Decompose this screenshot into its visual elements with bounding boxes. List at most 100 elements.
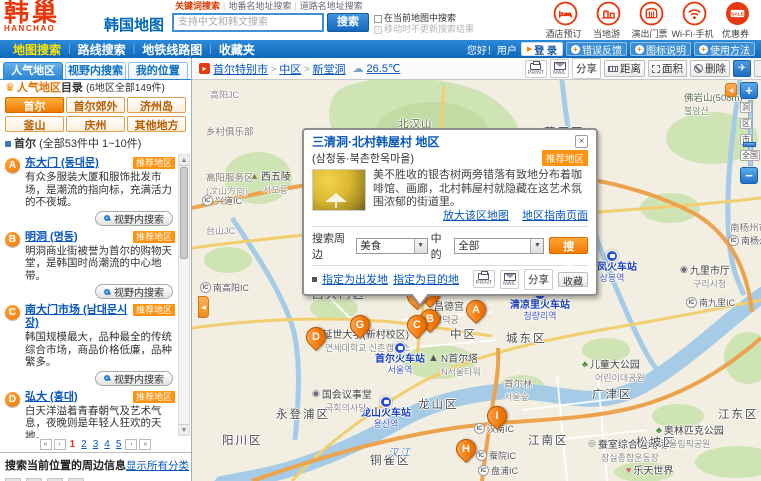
checkbox-icon <box>374 25 383 34</box>
zoom-level-3[interactable]: 全国 <box>740 150 760 161</box>
scroll-up-arrow[interactable]: ▲ <box>179 155 189 166</box>
quick-link-0[interactable]: 酒店预订 <box>544 1 587 40</box>
poi-title-link[interactable]: 东大门 (동대문) <box>25 157 99 169</box>
breadcrumb-1[interactable]: 中区 <box>279 61 301 77</box>
zoom-level-0[interactable]: 洞 <box>740 102 752 113</box>
quick-link-4[interactable]: SALE 优惠券 <box>716 1 759 40</box>
quick-link-1[interactable]: 当地游 <box>587 1 630 40</box>
cutoff-toolbar-button[interactable] <box>754 60 761 77</box>
page-first-button[interactable]: « <box>39 439 52 450</box>
area-guide-link[interactable]: 地区指南页面 <box>522 210 588 222</box>
scroll-thumb[interactable] <box>180 167 188 259</box>
popup-mail-button[interactable]: MAIL <box>500 269 519 289</box>
share-button[interactable]: 分享 <box>572 58 601 79</box>
sidebar-tab-0[interactable]: 人气地区 <box>3 62 64 79</box>
search-tab-1[interactable]: 地番名地址搜索 <box>228 1 291 11</box>
no-refresh-on-move-checkbox[interactable]: 移动时不更新搜索结果 <box>374 24 474 35</box>
ginkgo-photo-thumbnail[interactable] <box>312 169 366 211</box>
area-tool-button[interactable]: 面积 <box>648 60 687 77</box>
map-toolbar: ▸ 首尔特别市 > 中区 > 新堂洞 ☁ 26.5℃ PRINT MAIL 分享 距离 面积 … <box>192 58 761 80</box>
region-button-1[interactable]: 首尔郊外 <box>66 97 125 113</box>
popup-print-button[interactable]: PRINT <box>472 270 496 288</box>
set-destination-link[interactable]: 指定为目的地 <box>393 271 459 287</box>
search-tab-2[interactable]: 道路名地址搜索 <box>300 1 363 11</box>
region-button-4[interactable]: 庆州 <box>66 115 125 132</box>
category-select[interactable]: 美食 ▼ <box>356 237 428 254</box>
region-button-2[interactable]: 济州岛 <box>127 97 186 113</box>
zoom-slider-handle[interactable] <box>743 142 756 147</box>
mail-button[interactable]: MAIL <box>550 59 569 78</box>
nav-item-1[interactable]: 路线搜索 <box>78 41 126 58</box>
show-all-categories-link[interactable]: 显示所有分类 <box>126 458 189 473</box>
breadcrumb-2[interactable]: 新堂洞 <box>313 61 346 77</box>
region-button-3[interactable]: 釜山 <box>5 115 64 132</box>
route-plane-button[interactable]: ✈ <box>733 60 751 77</box>
crown-icon: ♛ <box>5 82 15 94</box>
map-ic-label: IC 南高阳IC <box>200 281 249 294</box>
zoom-out-button[interactable]: − <box>740 167 758 184</box>
zoom-to-area-link[interactable]: 放大该区地图 <box>443 210 509 222</box>
nav-button-2[interactable]: + 使用方法 <box>694 42 755 57</box>
panel-collapse-arrow[interactable]: ◂ <box>725 83 737 97</box>
poi-description: 韩国规模最大，品种最全的传统综合市场，商品价格低廉，品种繁多。 <box>25 331 172 368</box>
page-last-button[interactable]: » <box>139 439 152 450</box>
search-in-view-button[interactable]: 视野内搜索 <box>95 210 173 226</box>
hanchao-logo[interactable]: 韩巢 HANCHAO <box>4 0 98 33</box>
delete-tool-button[interactable]: 删除 <box>690 60 730 77</box>
breadcrumb-0[interactable]: 首尔特别市 <box>213 61 268 77</box>
map-ic-label: IC 兴道IC <box>202 194 242 207</box>
map-search-input[interactable] <box>172 13 325 32</box>
login-arrow-icon: ▶ <box>526 46 533 53</box>
region-buttons: 首尔 首尔郊外 济州岛釜山 庆州 其他地方 <box>0 95 191 135</box>
nav-button-1[interactable]: + 图标说明 <box>630 42 691 57</box>
search-in-view-button[interactable]: 视野内搜索 <box>95 370 173 386</box>
quick-link-label: 当地游 <box>592 29 620 39</box>
popup-title-link[interactable]: 三清洞·北村韩屋村 地区 <box>312 135 575 149</box>
poi-title-link[interactable]: 南大门市场 (남대문시장) <box>25 304 127 329</box>
nav-button-0[interactable]: + 错误反馈 <box>566 42 627 57</box>
logo-text-cn: 韩巢 <box>4 0 61 27</box>
quick-link-2[interactable]: 演出门票 <box>630 1 673 40</box>
sidebar-tab-1[interactable]: 视野内搜索 <box>65 62 126 79</box>
poi-title-link[interactable]: 弘大 (홍대) <box>25 391 78 403</box>
page-1[interactable]: 1 <box>70 439 76 450</box>
temperature-link[interactable]: 26.5℃ <box>367 62 401 75</box>
sidebar-scrollbar[interactable]: ▲ ▼ <box>178 154 190 436</box>
page-4[interactable]: 4 <box>104 439 110 450</box>
page-prev-button[interactable]: ‹ <box>53 439 66 450</box>
page-2[interactable]: 2 <box>81 439 87 450</box>
popup-favorite-button[interactable]: 收藏 <box>558 271 588 288</box>
poi-list: A 推荐地区 东大门 (동대문) 有众多服装大厦和服饰批发市场，是潮流的指向标，充满活… <box>0 152 191 438</box>
page-next-button[interactable]: › <box>125 439 138 450</box>
set-origin-link[interactable]: 指定为出发地 <box>322 271 388 287</box>
search-tab-0[interactable]: 关键词搜索 <box>175 1 220 11</box>
region-button-5[interactable]: 其他地方 <box>127 115 186 132</box>
login-button[interactable]: ▶ 登 录 <box>520 42 563 57</box>
sidebar-collapse-arrow[interactable]: ◂ <box>198 296 209 318</box>
quick-link-3[interactable]: Wi-Fi·手机 <box>672 1 716 40</box>
zoom-in-button[interactable]: + <box>740 82 758 99</box>
distance-tool-button[interactable]: 距离 <box>604 60 645 77</box>
print-button[interactable]: PRINT <box>524 59 548 78</box>
printer-icon <box>530 60 542 70</box>
region-button-0[interactable]: 首尔 <box>5 97 64 113</box>
popup-share-button[interactable]: 分享 <box>524 268 553 290</box>
poi-title-link[interactable]: 明洞 (명동) <box>25 231 78 243</box>
search-in-current-map-checkbox[interactable]: 在当前地图中搜索 <box>374 13 474 24</box>
nav-item-3[interactable]: 收藏夹 <box>219 41 255 58</box>
nav-item-2[interactable]: 地铁线路图 <box>142 41 202 58</box>
popup-close-button[interactable]: × <box>575 135 588 148</box>
nav-item-0[interactable]: 地图搜索 <box>13 41 61 58</box>
search-button[interactable]: 搜索 <box>327 13 370 32</box>
zoom-level-1[interactable]: 区 <box>740 118 752 129</box>
quick-link-label: 酒店预订 <box>545 29 582 39</box>
search-in-view-button[interactable]: 视野内搜索 <box>95 284 173 299</box>
popup-search-button[interactable]: 搜索 <box>549 237 588 269</box>
page-3[interactable]: 3 <box>93 439 99 450</box>
page-5[interactable]: 5 <box>116 439 122 450</box>
map-canvas[interactable]: 三清洞·北村韩屋村 地区 × (삼청동·북촌한옥마을) 推荐地区 美不胜收的银杏… <box>192 80 761 481</box>
sidebar: 人气地区 视野内搜索 我的位置 ♛ 人气地区目录 (6地区全部149件) 首尔 首尔郊外… <box>0 58 192 481</box>
sidebar-tab-2[interactable]: 我的位置 <box>127 62 188 79</box>
subcategory-select[interactable]: 全部 ▼ <box>454 237 545 254</box>
scroll-down-arrow[interactable]: ▼ <box>179 424 189 435</box>
